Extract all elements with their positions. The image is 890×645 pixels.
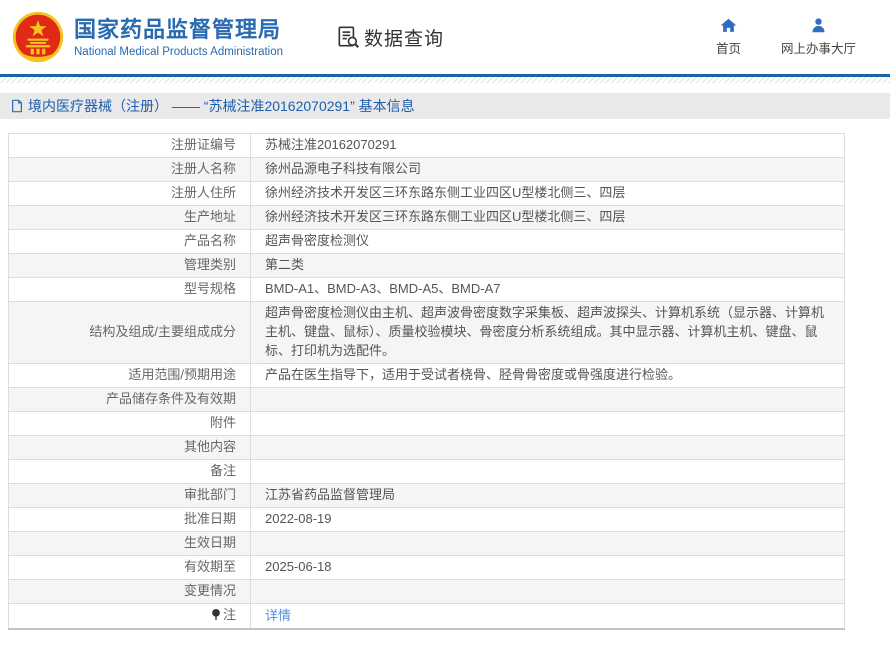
detail-link[interactable]: 详情 [265, 608, 291, 623]
row-label: 生产地址 [8, 205, 251, 230]
table-row-note: 注 详情 [8, 602, 845, 630]
row-label-note: 注 [8, 602, 251, 630]
table-row: 附件 [8, 410, 845, 436]
table-row: 适用范围/预期用途 产品在医生指导下，适用于受试者桡骨、胫骨骨密度或骨强度进行检… [8, 362, 845, 388]
nav-item-service-hall[interactable]: 网上办事大厅 [781, 17, 856, 57]
site-header: 国家药品监督管理局 National Medical Products Admi… [0, 0, 890, 74]
table-row: 注册证编号 苏械注准20162070291 [8, 133, 845, 158]
row-value: 超声骨密度检测仪由主机、超声波骨密度数字采集板、超声波探头、计算机系统（显示器、… [250, 301, 845, 364]
data-query-section[interactable]: 数据查询 [335, 24, 444, 51]
row-value: BMD-A1、BMD-A3、BMD-A5、BMD-A7 [250, 277, 845, 302]
top-nav: 首页 网上办事大厅 [716, 17, 874, 57]
site-logo[interactable]: 国家药品监督管理局 National Medical Products Admi… [12, 11, 283, 63]
row-value: 超声骨密度检测仪 [250, 229, 845, 254]
table-row: 管理类别 第二类 [8, 253, 845, 278]
table-row: 生效日期 [8, 530, 845, 556]
row-label: 结构及组成/主要组成成分 [8, 301, 251, 364]
hatch-stripe [0, 77, 890, 83]
row-value: 2022-08-19 [250, 506, 845, 532]
row-value-note: 详情 [250, 602, 845, 630]
row-label: 管理类别 [8, 253, 251, 278]
nav-home-label: 首页 [715, 42, 741, 56]
home-icon [720, 18, 737, 32]
breadcrumb-text: 境内医疗器械（注册） —— “苏械注准20162070291” 基本信息 [28, 98, 415, 114]
data-query-label: 数据查询 [364, 28, 445, 50]
user-icon [812, 18, 825, 33]
row-label: 产品储存条件及有效期 [8, 386, 251, 412]
row-value [250, 530, 845, 556]
row-label: 生效日期 [8, 530, 251, 556]
page: 国家药品监督管理局 National Medical Products Admi… [0, 0, 890, 645]
row-label: 注册人住所 [8, 181, 251, 206]
breadcrumb: 境内医疗器械（注册） —— “苏械注准20162070291” 基本信息 [0, 93, 890, 119]
table-row: 审批部门 江苏省药品监督管理局 [8, 482, 845, 508]
row-label: 备注 [8, 458, 251, 484]
site-title: 国家药品监督管理局 [74, 16, 282, 42]
row-label: 审批部门 [8, 482, 251, 508]
table-row: 批准日期 2022-08-19 [8, 506, 845, 532]
row-value: 徐州经济技术开发区三环东路东侧工业四区U型楼北侧三、四层 [250, 205, 845, 230]
table-row: 产品名称 超声骨密度检测仪 [8, 229, 845, 254]
row-label: 附件 [8, 410, 251, 436]
table-row: 型号规格 BMD-A1、BMD-A3、BMD-A5、BMD-A7 [8, 277, 845, 302]
table-row: 产品储存条件及有效期 [8, 386, 845, 412]
row-label: 批准日期 [8, 506, 251, 532]
row-label: 注册证编号 [8, 133, 251, 158]
row-value [250, 578, 845, 604]
table-row: 注册人住所 徐州经济技术开发区三环东路东侧工业四区U型楼北侧三、四层 [8, 181, 845, 206]
row-label: 适用范围/预期用途 [8, 362, 251, 388]
row-value: 江苏省药品监督管理局 [250, 482, 845, 508]
row-value: 第二类 [250, 253, 845, 278]
row-value [250, 458, 845, 484]
info-table: 注册证编号 苏械注准20162070291 注册人名称 徐州品源电子科技有限公司… [8, 133, 845, 631]
nav-service-hall-label: 网上办事大厅 [780, 42, 856, 56]
row-label: 注 [222, 606, 236, 622]
site-title-block: 国家药品监督管理局 National Medical Products Admi… [74, 16, 283, 59]
national-emblem-icon [12, 11, 64, 63]
document-icon [12, 99, 22, 113]
row-value [250, 410, 845, 436]
table-row: 备注 [8, 458, 845, 484]
nav-item-home[interactable]: 首页 [716, 17, 741, 57]
table-row: 注册人名称 徐州品源电子科技有限公司 [8, 157, 845, 182]
table-row: 其他内容 [8, 434, 845, 460]
row-value [250, 434, 845, 460]
row-value: 产品在医生指导下，适用于受试者桡骨、胫骨骨密度或骨强度进行检验。 [250, 362, 845, 388]
table-row: 有效期至 2025-06-18 [8, 554, 845, 580]
row-value: 徐州品源电子科技有限公司 [250, 157, 845, 182]
registration-info: 注册证编号 苏械注准20162070291 注册人名称 徐州品源电子科技有限公司… [8, 133, 882, 631]
row-label: 注册人名称 [8, 157, 251, 182]
note-pin-icon [211, 608, 221, 627]
row-value: 2025-06-18 [250, 554, 845, 580]
site-subtitle: National Medical Products Administration [74, 46, 284, 59]
row-value: 徐州经济技术开发区三环东路东侧工业四区U型楼北侧三、四层 [250, 181, 845, 206]
row-label: 变更情况 [8, 578, 251, 604]
row-label: 有效期至 [8, 554, 251, 580]
row-value: 苏械注准20162070291 [250, 133, 845, 158]
row-label: 产品名称 [8, 229, 251, 254]
row-label: 型号规格 [8, 277, 251, 302]
table-row: 变更情况 [8, 578, 845, 604]
document-search-icon [338, 26, 360, 49]
table-row: 结构及组成/主要组成成分 超声骨密度检测仪由主机、超声波骨密度数字采集板、超声波… [8, 301, 845, 364]
row-value [250, 386, 845, 412]
row-label: 其他内容 [8, 434, 251, 460]
table-row: 生产地址 徐州经济技术开发区三环东路东侧工业四区U型楼北侧三、四层 [8, 205, 845, 230]
